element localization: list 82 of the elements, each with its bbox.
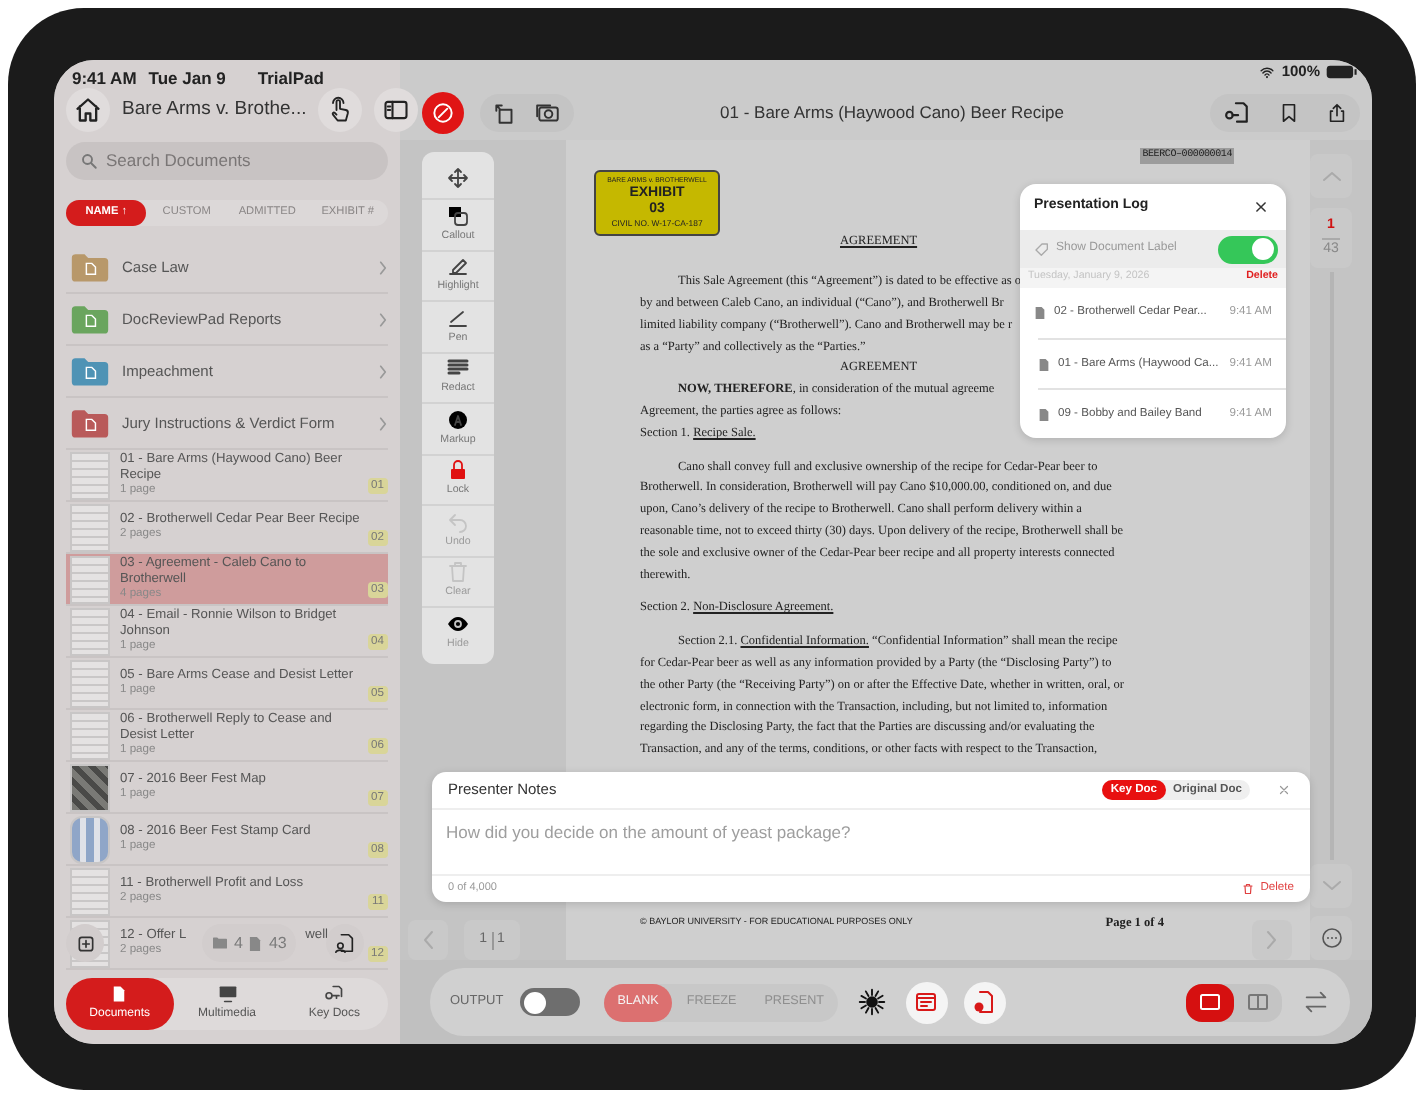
pen-circle-icon bbox=[430, 99, 456, 125]
person-document-button[interactable] bbox=[326, 924, 364, 962]
presentation-log-button[interactable] bbox=[905, 981, 948, 1023]
map-thumbnail bbox=[70, 763, 110, 811]
swap-arrows-icon bbox=[1302, 988, 1330, 1016]
folder-icon bbox=[212, 936, 228, 950]
rotate-icon bbox=[492, 99, 518, 125]
sidebar-icon bbox=[382, 96, 411, 124]
document-title: 01 - Bare Arms (Haywood Cano) Beer Recipe bbox=[718, 99, 1066, 125]
case-title: Bare Arms v. Brothe... bbox=[122, 95, 307, 124]
redact-icon bbox=[446, 356, 470, 381]
calendar-list-icon bbox=[914, 990, 939, 1014]
output-switch[interactable] bbox=[519, 988, 580, 1016]
document-thumbnail bbox=[70, 659, 110, 707]
document-thumbnail bbox=[70, 555, 110, 603]
highlighter-icon bbox=[446, 254, 470, 279]
sun-icon bbox=[857, 988, 886, 1016]
trash-icon bbox=[446, 560, 470, 585]
pen-icon bbox=[446, 305, 470, 330]
stamp-card-thumbnail bbox=[70, 815, 110, 863]
document-thumbnail bbox=[70, 711, 110, 759]
split-screen-icon bbox=[1244, 990, 1272, 1014]
more-icon bbox=[1319, 926, 1343, 950]
camera-icon bbox=[534, 99, 562, 125]
show-label-switch[interactable] bbox=[1218, 235, 1278, 263]
single-screen-icon bbox=[1196, 990, 1224, 1014]
undo-icon bbox=[446, 509, 470, 534]
search-bar[interactable]: Search Documents bbox=[66, 142, 388, 180]
document-thumbnail bbox=[70, 867, 110, 915]
search-field[interactable]: Search Documents bbox=[106, 148, 366, 174]
chevron-right-icon bbox=[1266, 930, 1278, 950]
sidebar-toggle-button[interactable] bbox=[374, 88, 419, 132]
add-icon bbox=[75, 933, 95, 953]
chevron-right-icon bbox=[378, 259, 388, 275]
bookmark-icon bbox=[1278, 99, 1300, 125]
document-note-icon bbox=[972, 990, 997, 1014]
app-name: TrialPad bbox=[257, 66, 324, 88]
status-time: 9:41 AM bbox=[72, 66, 137, 88]
chevron-right-icon bbox=[378, 311, 388, 327]
chevron-right-icon bbox=[378, 415, 388, 431]
close-icon bbox=[1254, 200, 1268, 214]
home-button[interactable] bbox=[66, 88, 110, 132]
tag-icon bbox=[1034, 241, 1050, 257]
brightness-button[interactable] bbox=[853, 984, 890, 1020]
document-icon bbox=[1034, 306, 1046, 320]
document-icon bbox=[110, 984, 129, 1004]
close-button[interactable] bbox=[1250, 196, 1272, 218]
presenter-notes-button[interactable] bbox=[963, 981, 1006, 1023]
chevron-right-icon bbox=[378, 363, 388, 379]
callout-icon bbox=[446, 203, 470, 228]
markup-icon bbox=[446, 407, 470, 432]
lock-icon bbox=[446, 458, 470, 483]
battery-icon bbox=[1326, 64, 1358, 80]
eye-icon bbox=[446, 612, 470, 637]
touch-button[interactable] bbox=[318, 88, 363, 132]
person-document-icon bbox=[334, 932, 356, 954]
document-icon bbox=[248, 935, 263, 951]
annotation-mode-button[interactable] bbox=[422, 91, 464, 133]
move-icon bbox=[446, 165, 470, 189]
close-icon bbox=[1278, 784, 1290, 796]
chevron-down-icon bbox=[1321, 880, 1341, 892]
chevron-left-icon bbox=[422, 930, 434, 950]
document-icon bbox=[1038, 357, 1050, 371]
chevron-up-icon bbox=[1321, 170, 1341, 182]
trash-icon bbox=[1242, 882, 1255, 896]
monitor-icon bbox=[215, 984, 239, 1004]
key-document-icon bbox=[322, 984, 347, 1004]
hand-pointer-icon bbox=[326, 96, 355, 124]
more-button[interactable] bbox=[1310, 916, 1352, 960]
wifi-icon bbox=[1257, 65, 1276, 79]
key-document-icon bbox=[1222, 99, 1252, 125]
folder-count: 4 bbox=[234, 931, 243, 955]
search-icon bbox=[80, 152, 98, 170]
share-icon bbox=[1326, 99, 1348, 125]
document-thumbnail bbox=[70, 503, 110, 551]
home-icon bbox=[74, 96, 102, 124]
document-count: 43 bbox=[268, 931, 287, 955]
document-thumbnail bbox=[70, 607, 110, 655]
layout-button[interactable] bbox=[1186, 983, 1234, 1021]
document-thumbnail bbox=[70, 451, 110, 499]
document-icon bbox=[1038, 407, 1050, 421]
status-date: Tue Jan 9 bbox=[148, 66, 226, 88]
